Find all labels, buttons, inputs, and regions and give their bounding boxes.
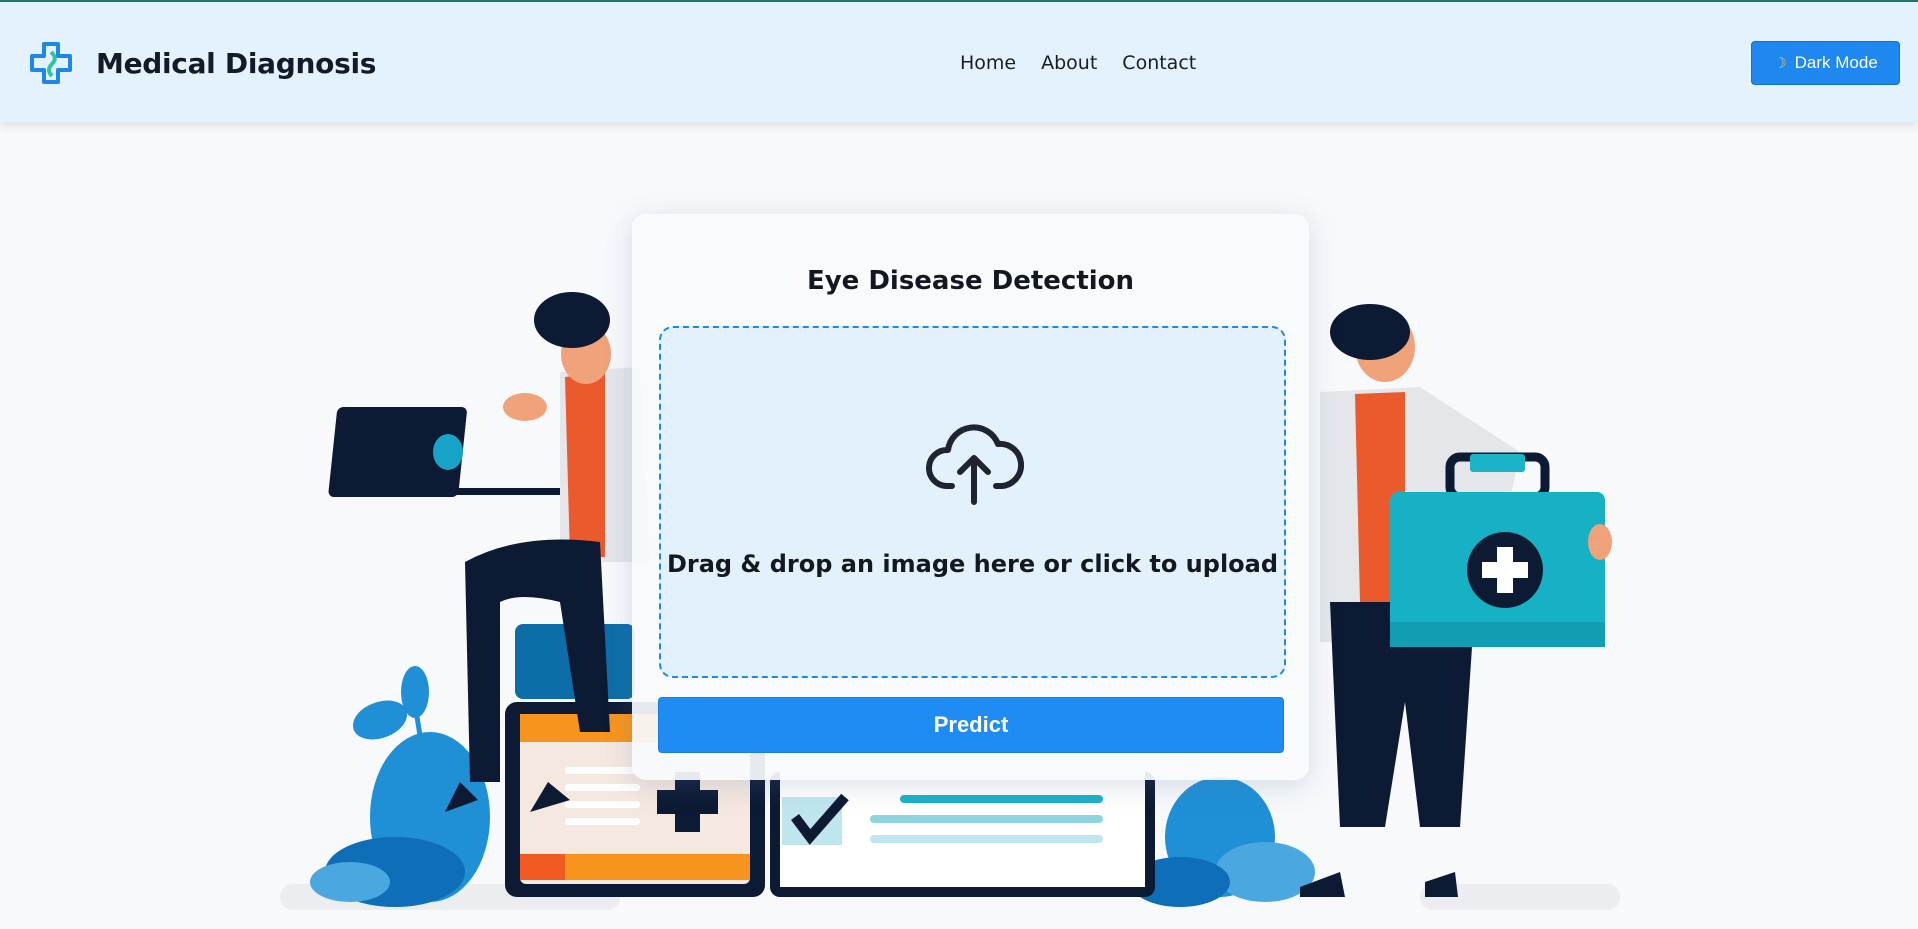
brand[interactable]: Medical Diagnosis <box>28 40 376 86</box>
main-nav: Home About Contact <box>960 52 1196 74</box>
upload-card: Eye Disease Detection Drag & drop an ima… <box>632 214 1309 780</box>
nav-home[interactable]: Home <box>960 52 1016 74</box>
nav-about[interactable]: About <box>1041 52 1097 74</box>
medical-cross-logo-icon <box>30 42 72 84</box>
nav-contact[interactable]: Contact <box>1122 52 1196 74</box>
card-title: Eye Disease Detection <box>806 266 1135 296</box>
predict-button[interactable]: Predict <box>658 697 1284 753</box>
top-navbar: Medical Diagnosis Home About Contact ☽ D… <box>0 2 1918 122</box>
brand-title: Medical Diagnosis <box>96 46 377 80</box>
cloud-upload-icon <box>925 424 1024 505</box>
dark-mode-label: Dark Mode <box>1794 53 1878 72</box>
dropzone-text: Drag & drop an image here or click to up… <box>666 550 1279 578</box>
moon-icon: ☽ <box>1773 55 1787 72</box>
image-dropzone[interactable]: Drag & drop an image here or click to up… <box>659 326 1286 678</box>
dark-mode-button[interactable]: ☽ Dark Mode <box>1751 41 1900 85</box>
